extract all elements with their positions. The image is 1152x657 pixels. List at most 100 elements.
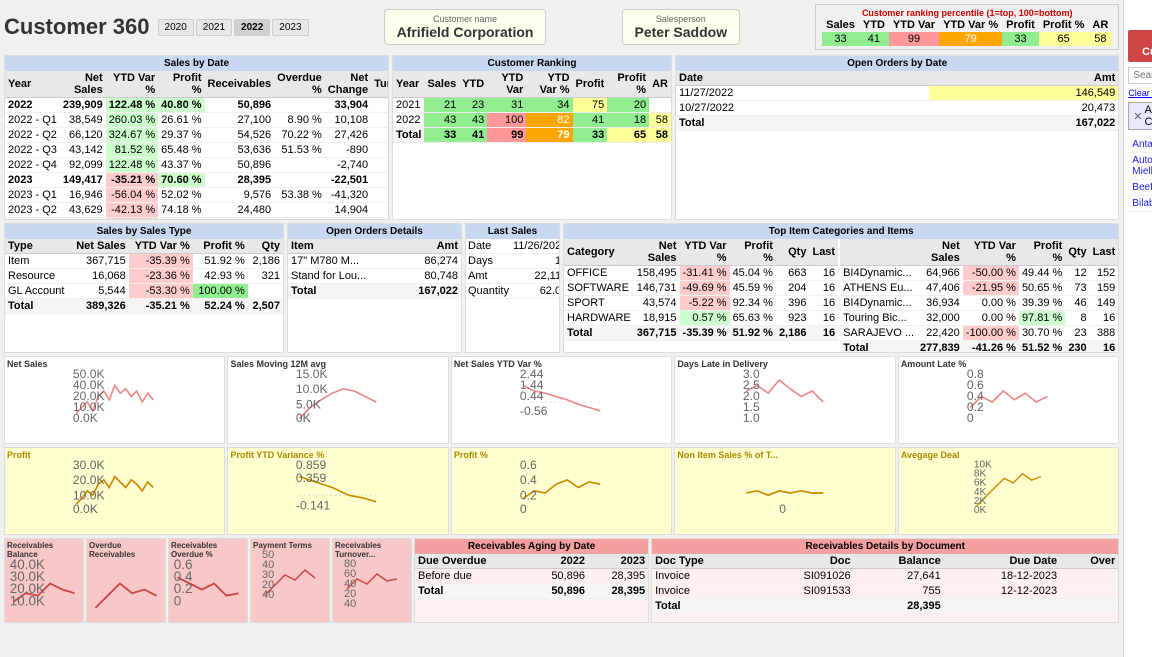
profit-pct-chart: 0.6 0.4 0.2 0 <box>454 460 669 515</box>
table-row: HARDWARE 18,915 0.57 % 65.63 % 923 16 <box>564 311 838 326</box>
table-row: Touring Bic... 32,000 0.00 % 97.81 % 8 1… <box>840 311 1118 326</box>
svg-text:0: 0 <box>174 593 181 608</box>
table-row: SOFTWARE 146,731 -49.69 % 45.59 % 204 16 <box>564 281 838 296</box>
recv-aging-panel: Receivables Aging by Date Due Overdue 20… <box>414 538 649 623</box>
customer-ranking-panel: Customer Ranking Year Sales YTD YTD Var … <box>392 55 672 220</box>
svg-text:5.0K: 5.0K <box>296 398 321 412</box>
table-row: 2023 149,417 -35.21 % 70.60 % 28,395 -22… <box>5 173 389 188</box>
sales-moving-chart: 15.0K 10.0K 5.0K 0K <box>230 369 445 424</box>
open-orders-details-table: Item Amt 17" M780 M... 86,274 Stand for … <box>288 239 461 299</box>
svg-text:0.44: 0.44 <box>520 389 544 403</box>
open-orders-date-panel: Open Orders by Date Date Amt 11/27/2022 … <box>675 55 1119 220</box>
recv-details-table: Doc Type Doc Balance Due Date Over Invoi… <box>652 554 1118 614</box>
arrow-down-icon: ↓ <box>1128 4 1152 27</box>
year-tabs: 2020 2021 2022 2023 <box>158 19 309 36</box>
overdue-chart <box>89 559 163 614</box>
recv-details-panel: Receivables Details by Document Doc Type… <box>651 538 1119 623</box>
table-row: BI4Dynamic... 36,934 0.00 % 39.39 % 46 1… <box>840 296 1118 311</box>
table-row: Total 277,839 -41.26 % 51.52 % 230 16 <box>840 341 1118 354</box>
profit-ytd-chart: 0.859 0.359 -0.141 <box>230 460 445 515</box>
clear-all-link[interactable]: Clear All <box>1128 88 1152 98</box>
sales-moving-sparkline: Sales Moving 12M avg 15.0K 10.0K 5.0K 0K <box>227 356 448 444</box>
table-row: Invoice SI091533 755 12-12-2023 <box>652 584 1118 599</box>
sales-by-type-panel: Sales by Sales Type Type Net Sales YTD V… <box>4 223 284 353</box>
svg-text:0.4: 0.4 <box>520 473 537 487</box>
app-title: Customer 360 <box>4 14 150 40</box>
last-sales-table: Date 11/26/2023 Days 16 Amt 22,119 Qua <box>466 239 560 299</box>
open-orders-details-header: Open Orders Details <box>288 224 461 239</box>
salesperson-box: Salesperson Peter Saddow <box>622 9 741 45</box>
days-late-chart: 3.0 2.5 2.0 1.5 1.0 <box>677 369 892 424</box>
svg-text:0K: 0K <box>296 411 311 424</box>
recv-aging-header: Receivables Aging by Date <box>415 539 648 554</box>
sales-by-date-panel: Sales by Date Year Net Sales YTD Var % P… <box>4 55 389 220</box>
customer-list-item[interactable]: Antarcticopy <box>1128 137 1152 153</box>
amount-late-sparkline: Amount Late % 0.8 0.6 0.4 0.2 0 <box>898 356 1119 444</box>
year-tab-2021[interactable]: 2021 <box>196 19 232 36</box>
active-customer-tag: ✕ Afrifield Corporation <box>1128 102 1152 130</box>
amount-late-chart: 0.8 0.6 0.4 0.2 0 <box>901 369 1116 424</box>
open-orders-date-table: Date Amt 11/27/2022 146,549 10/27/2022 2… <box>676 71 1118 131</box>
customer-list-item[interactable]: Beef House <box>1128 180 1152 196</box>
svg-text:40: 40 <box>344 598 356 610</box>
payment-terms-sparkline: Payment Terms 50 40 30 20 40 <box>250 538 330 623</box>
top-items-content: Category Net Sales YTD Var % Profit % Qt… <box>564 239 1118 353</box>
search-input[interactable] <box>1128 67 1152 84</box>
svg-text:40: 40 <box>262 589 274 601</box>
close-icon[interactable]: ✕ <box>1133 110 1142 123</box>
table-row: 2022 - Q3 43,142 81.52 % 65.48 % 53,636 … <box>5 143 389 158</box>
svg-text:15.0K: 15.0K <box>296 369 328 381</box>
payment-chart: 50 40 30 20 40 <box>253 550 327 605</box>
sparkline-row2: Profit 30.0K 20.0K 10.0K 0.0K Profit YTD… <box>4 447 1119 535</box>
table-row: Total 367,715 -35.39 % 51.92 % 2,186 16 <box>564 326 838 341</box>
recv-aging-table: Due Overdue 2022 2023 Before due 50,896 … <box>415 554 648 599</box>
ranking-table: Sales YTD YTD Var YTD Var % Profit Profi… <box>822 18 1112 46</box>
top-items-panel: Top Item Categories and Items Category N… <box>563 223 1119 353</box>
sales-by-date-header: Sales by Date <box>5 56 388 71</box>
table-row: GL Account 5,544 -53.30 % 100.00 % <box>5 284 283 299</box>
recv-pct-chart: 0.6 0.4 0.2 0 <box>171 559 245 614</box>
top-categories: Category Net Sales YTD Var % Profit % Qt… <box>564 239 838 353</box>
svg-text:0.6: 0.6 <box>520 460 537 472</box>
table-row: OFFICE 158,495 -31.41 % 45.04 % 663 16 <box>564 266 838 281</box>
table-row: 2022 239,909 122.48 % 40.80 % 50,896 33,… <box>5 98 389 113</box>
table-row: Quantity 62.00 <box>466 284 560 299</box>
header: Customer 360 2020 2021 2022 2023 Custome… <box>4 4 1119 50</box>
table-row: Item 367,715 -35.39 % 51.92 % 2,186 <box>5 254 283 269</box>
table-row: Stand for Lou... 80,748 <box>288 269 461 284</box>
table-row: 2023 - Q2 43,629 -42.13 % 74.18 % 24,480… <box>5 203 389 218</box>
table-row: ATHENS Eu... 47,406 -21.95 % 50.65 % 73 … <box>840 281 1118 296</box>
customer-list-item[interactable]: Bilabankinn <box>1128 196 1152 212</box>
year-tab-2020[interactable]: 2020 <box>158 19 194 36</box>
net-sales-chart: 50.0K 40.0K 20.0K 10.0K 0.0K <box>7 369 222 424</box>
svg-text:20.0K: 20.0K <box>73 473 105 487</box>
profit-ytd-sparkline: Profit YTD Variance % 0.859 0.359 -0.141 <box>227 447 448 535</box>
customer-list: Antarcticopy Autohaus Mielberg KG Beef H… <box>1128 137 1152 212</box>
svg-text:10.0K: 10.0K <box>73 489 105 503</box>
ranking-box: Customer ranking percentile (1=top, 100=… <box>815 4 1119 50</box>
sparkline-row1: Net Sales 50.0K 40.0K 20.0K 10.0K 0.0K S… <box>4 356 1119 444</box>
year-tab-2022[interactable]: 2022 <box>234 19 270 36</box>
last-sales-header: Last Sales <box>466 224 559 239</box>
table-row: Total 28,395 <box>652 599 1118 614</box>
table-row: Amt 22,119 <box>466 269 560 284</box>
overdue-recv-sparkline: Overdue Receivables <box>86 538 166 623</box>
table-row: 2022 - Q1 38,549 260.03 % 26.61 % 27,100… <box>5 113 389 128</box>
content-row1: Sales by Date Year Net Sales YTD Var % P… <box>4 55 1119 220</box>
table-row: 2023 - Q3 66,120 -14.29 % 67.77 % 31,677… <box>5 218 389 221</box>
non-item-sparkline: Non Item Sales % of T... 0 <box>674 447 895 535</box>
open-orders-date-header: Open Orders by Date <box>676 56 1118 71</box>
table-row: 11/27/2022 146,549 <box>676 86 1118 101</box>
customer-list-item[interactable]: Autohaus Mielberg KG <box>1128 153 1152 180</box>
table-row: Date 11/26/2023 <box>466 239 560 254</box>
net-sales-ytd-sparkline: Net Sales YTD Var % 2.44 1.44 0.44 -0.56 <box>451 356 672 444</box>
svg-text:30.0K: 30.0K <box>73 460 105 472</box>
table-row: 2022 43 43 100 82 41 18 58 <box>393 113 671 128</box>
table-row: Total 50,896 28,395 <box>415 584 648 599</box>
main-container: Customer 360 2020 2021 2022 2023 Custome… <box>0 0 1152 657</box>
svg-text:0: 0 <box>520 502 527 515</box>
year-tab-2023[interactable]: 2023 <box>272 19 308 36</box>
content-row2: Sales by Sales Type Type Net Sales YTD V… <box>4 223 1119 353</box>
left-panel: Customer 360 2020 2021 2022 2023 Custome… <box>0 0 1123 657</box>
table-row: Invoice SI091026 27,641 18-12-2023 <box>652 569 1118 584</box>
